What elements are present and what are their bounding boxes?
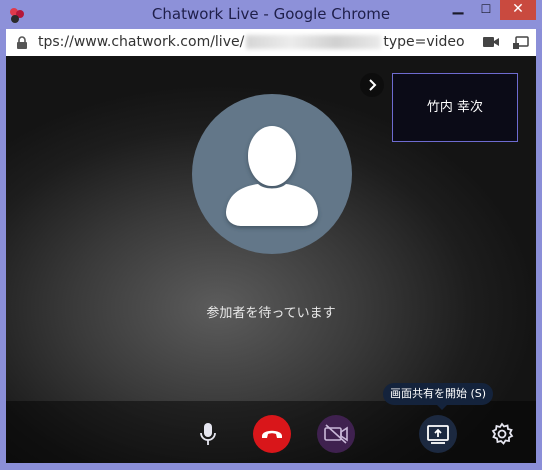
screen-share-button[interactable] bbox=[419, 415, 457, 453]
tooltip-arrow bbox=[437, 405, 447, 410]
url-end: type=video bbox=[383, 34, 465, 50]
gear-icon bbox=[491, 422, 514, 445]
hangup-icon bbox=[262, 430, 282, 438]
url-text[interactable]: tps://www.chatwork.com/live/type=video bbox=[38, 34, 465, 50]
cast-icon[interactable] bbox=[513, 36, 529, 49]
settings-button[interactable] bbox=[483, 415, 521, 453]
camera-icon[interactable] bbox=[483, 36, 499, 48]
minimize-button[interactable]: ▁ bbox=[445, 0, 471, 20]
address-bar[interactable]: tps://www.chatwork.com/live/type=video bbox=[6, 29, 536, 57]
chevron-right-icon bbox=[369, 79, 377, 91]
video-toggle-button[interactable] bbox=[317, 415, 355, 453]
screen-share-icon bbox=[427, 425, 449, 444]
expand-button[interactable] bbox=[360, 73, 384, 97]
url-redacted bbox=[246, 35, 382, 49]
title-bar[interactable]: Chatwork Live - Google Chrome ▁ ☐ ✕ bbox=[0, 0, 542, 29]
waiting-message: 参加者を待っています bbox=[206, 306, 336, 321]
video-off-icon bbox=[324, 424, 348, 444]
participant-name: 竹内 幸次 bbox=[426, 100, 484, 115]
avatar-icon bbox=[226, 126, 318, 226]
microphone-button[interactable] bbox=[189, 415, 227, 453]
url-start: tps://www.chatwork.com/live/ bbox=[38, 34, 245, 50]
lock-icon bbox=[17, 36, 27, 49]
avatar bbox=[192, 94, 352, 254]
close-button[interactable]: ✕ bbox=[500, 0, 536, 20]
browser-window: Chatwork Live - Google Chrome ▁ ☐ ✕ tps:… bbox=[0, 0, 542, 470]
control-bar bbox=[6, 401, 536, 463]
participant-tile[interactable]: 竹内 幸次 bbox=[392, 73, 518, 142]
share-tooltip: 画面共有を開始 (S) bbox=[383, 383, 494, 405]
hangup-button[interactable] bbox=[253, 415, 291, 453]
video-stage: 参加者を待っています 竹内 幸次 画面共有を開始 (S) bbox=[6, 56, 536, 463]
maximize-button[interactable]: ☐ bbox=[473, 0, 499, 20]
microphone-icon bbox=[200, 423, 216, 445]
